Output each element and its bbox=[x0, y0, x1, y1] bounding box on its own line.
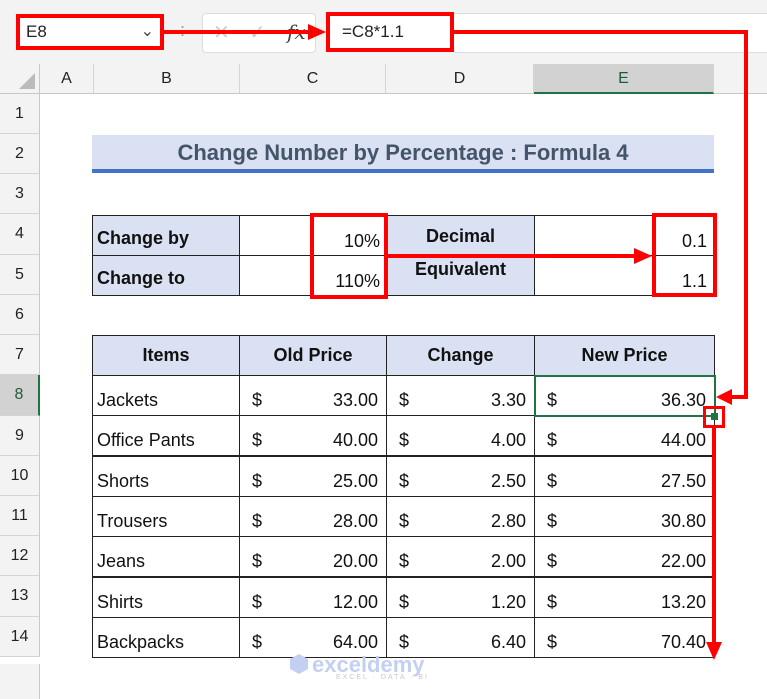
arrowhead-icon bbox=[308, 24, 326, 40]
arrowhead-icon bbox=[716, 389, 732, 405]
formula-to-cell-arrow bbox=[454, 30, 748, 399]
arrowhead-icon bbox=[706, 642, 722, 660]
watermark-tagline: EXCEL · DATA · BI bbox=[336, 674, 429, 681]
arrowhead-icon bbox=[634, 248, 652, 264]
annotation-arrows bbox=[164, 24, 748, 660]
exceldemy-watermark: exceldemy EXCEL · DATA · BI bbox=[290, 652, 429, 681]
